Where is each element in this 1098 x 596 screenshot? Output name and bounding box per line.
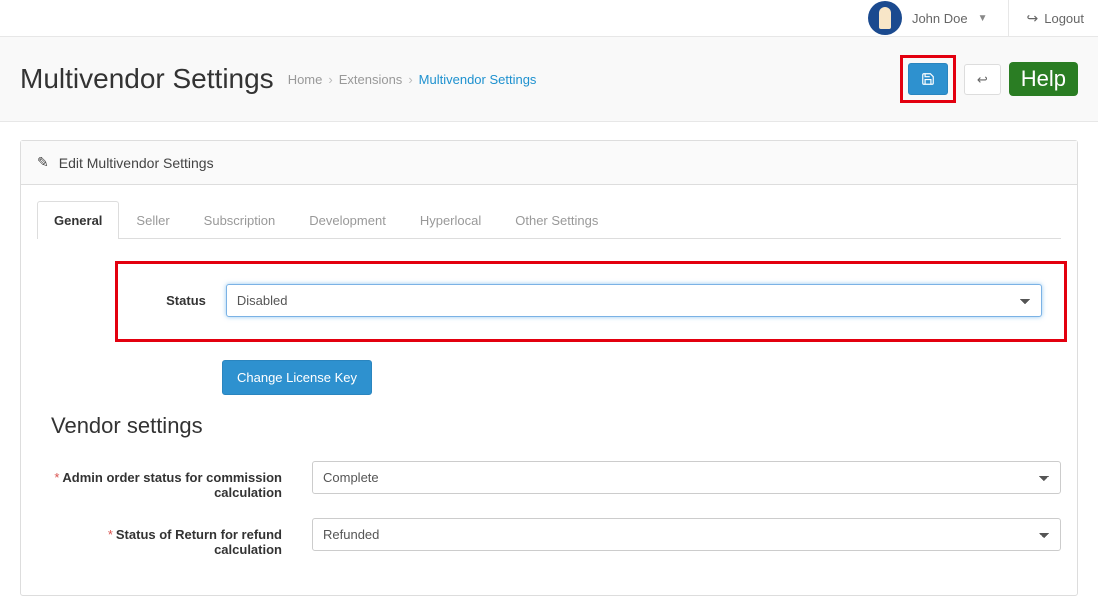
vendor-settings-heading: Vendor settings [51,413,1061,439]
breadcrumb-home[interactable]: Home [288,72,323,87]
status-label: Status [140,293,206,308]
breadcrumb-separator: › [328,72,332,87]
save-button-highlight [900,55,956,103]
status-select[interactable]: Disabled [226,284,1042,317]
tab-development[interactable]: Development [292,201,403,239]
caret-down-icon: ▼ [978,13,988,24]
back-button[interactable]: ↩ [964,64,1001,95]
tab-hyperlocal[interactable]: Hyperlocal [403,201,498,239]
breadcrumb-extensions[interactable]: Extensions [339,72,403,87]
return-status-row: *Status of Return for refund calculation… [37,518,1061,557]
settings-panel: ✎ Edit Multivendor Settings General Sell… [20,140,1078,596]
tab-seller[interactable]: Seller [119,201,186,239]
action-buttons: ↩ Help [900,55,1078,103]
user-area: John Doe ▼ ↪ Logout [868,0,1084,36]
save-button[interactable] [908,63,948,95]
status-row-highlight: Status Disabled [115,261,1067,342]
return-status-label: *Status of Return for refund calculation [37,518,282,557]
help-button[interactable]: Help [1009,62,1078,96]
edit-icon: ✎ [37,154,49,171]
logout-link[interactable]: ↪ Logout [1008,0,1085,36]
save-icon [921,72,935,86]
top-bar: John Doe ▼ ↪ Logout [0,0,1098,37]
admin-order-status-select[interactable]: Complete [312,461,1061,494]
breadcrumb-separator: › [408,72,412,87]
tabs: General Seller Subscription Development … [37,201,1061,239]
page-title: Multivendor Settings [20,63,274,95]
page-header-wrap: Multivendor Settings Home › Extensions ›… [0,37,1098,122]
panel-heading-text: Edit Multivendor Settings [59,155,214,171]
tab-other-settings[interactable]: Other Settings [498,201,615,239]
tab-general[interactable]: General [37,201,119,239]
back-icon: ↩ [977,73,988,86]
change-license-button[interactable]: Change License Key [222,360,372,395]
page-header: Multivendor Settings Home › Extensions ›… [0,37,1098,121]
breadcrumb-current[interactable]: Multivendor Settings [419,72,537,87]
panel-heading: ✎ Edit Multivendor Settings [21,141,1077,185]
logout-label: Logout [1044,11,1084,26]
avatar [868,1,902,35]
return-status-select[interactable]: Refunded [312,518,1061,551]
panel-body: General Seller Subscription Development … [21,185,1077,595]
admin-order-status-row: *Admin order status for commission calcu… [37,461,1061,500]
user-name: John Doe [912,11,968,26]
license-row: Change License Key [37,360,1061,395]
logout-icon: ↪ [1027,10,1039,27]
breadcrumb: Home › Extensions › Multivendor Settings [288,72,537,87]
user-menu[interactable]: John Doe ▼ [868,1,988,35]
tab-subscription[interactable]: Subscription [187,201,293,239]
admin-order-status-label: *Admin order status for commission calcu… [37,461,282,500]
spacer [37,360,202,369]
